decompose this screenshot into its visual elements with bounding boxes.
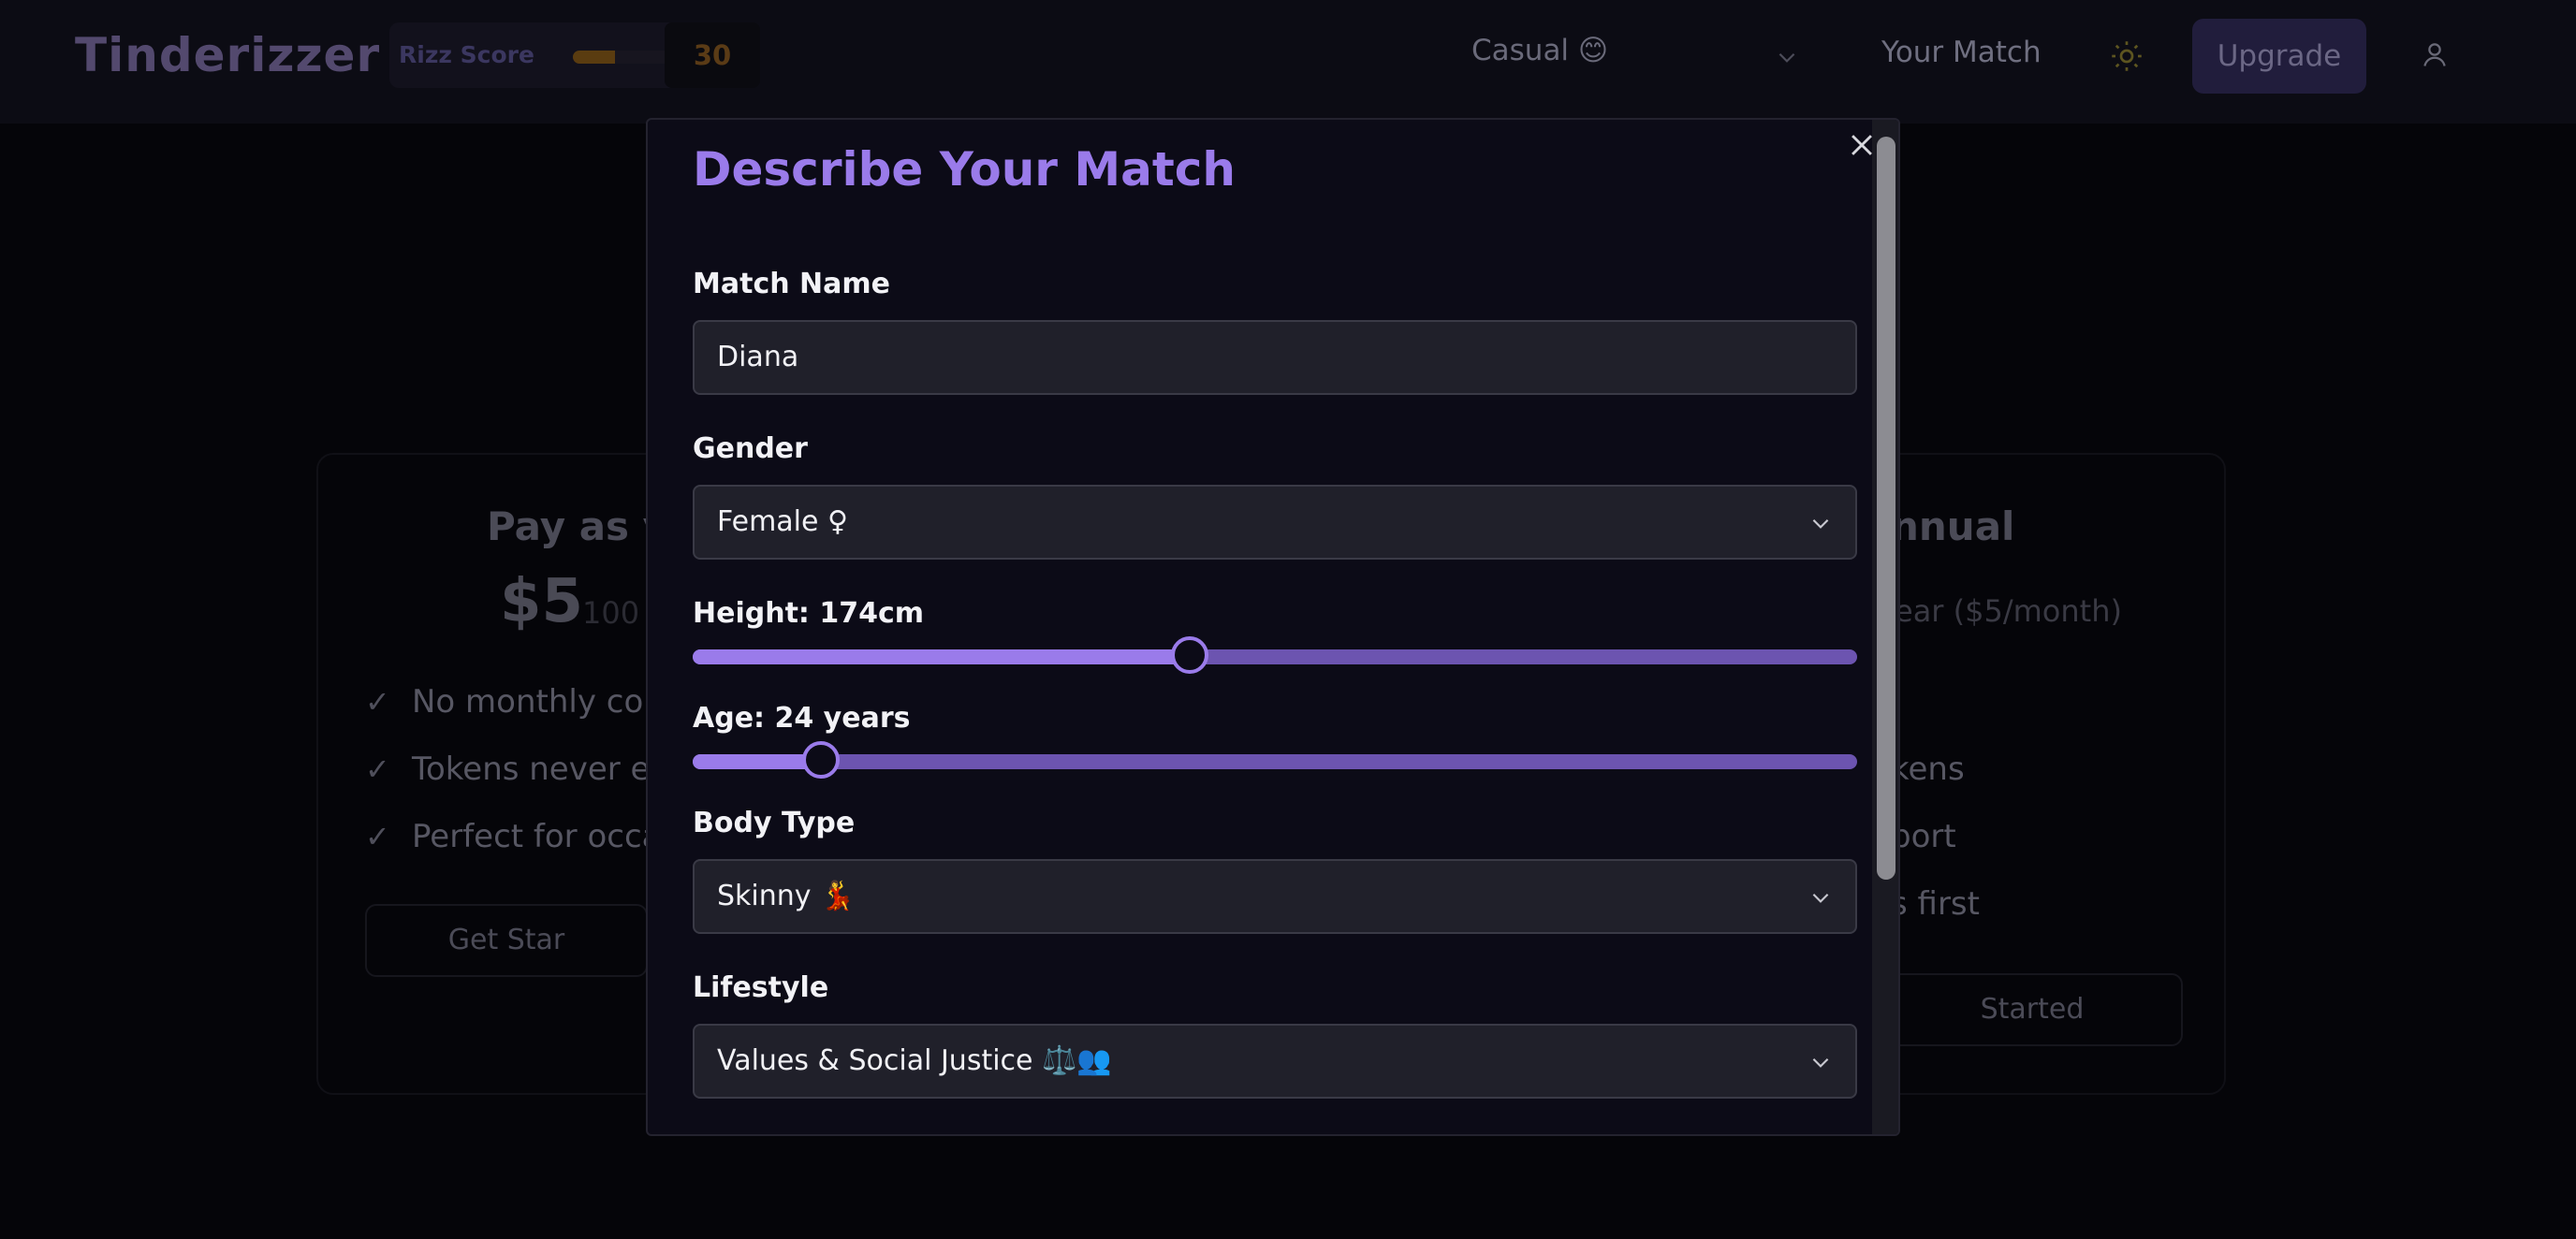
chevron-down-icon [1812, 1057, 1829, 1068]
height-slider-fill [693, 649, 1191, 664]
match-name-value: Diana [717, 341, 799, 373]
top-nav: Tinderizzer Rizz Score 30 Casual 😊 Your … [0, 0, 2576, 124]
modal-scroll-thumb[interactable] [1877, 137, 1895, 880]
lifestyle-label: Lifestyle [693, 971, 829, 1004]
check-icon: ✓ [365, 684, 390, 720]
match-name-input[interactable]: Diana [693, 320, 1857, 395]
get-started-button[interactable]: Started [1881, 973, 2183, 1046]
plan-title: Pay as y [487, 503, 669, 549]
body-type-label: Body Type [693, 807, 856, 839]
describe-match-modal: Describe Your Match Match Name Diana Gen… [646, 118, 1900, 1136]
modal-scrollbar[interactable] [1872, 120, 1898, 1134]
plan-feature: ✓ No monthly cor [365, 683, 657, 721]
mode-select[interactable]: Casual 😊 [1471, 34, 1799, 79]
rizz-score-widget: Rizz Score 30 [389, 22, 760, 88]
page: Tinderizzer Rizz Score 30 Casual 😊 Your … [0, 0, 2576, 1239]
modal-title: Describe Your Match [693, 142, 1236, 197]
plan-price-sub: ear ($5/month) [1895, 593, 2122, 629]
chevron-down-icon [1778, 52, 1795, 63]
sun-icon[interactable] [2110, 39, 2144, 73]
plan-feature: port [1891, 818, 1956, 855]
get-started-button[interactable]: Get Star [365, 904, 648, 977]
rizz-score-fill [573, 51, 615, 64]
chevron-down-icon [1812, 893, 1829, 903]
age-label: Age: 24 years [693, 702, 911, 735]
age-slider-thumb[interactable] [801, 741, 840, 779]
rizz-score-value: 30 [665, 22, 760, 88]
check-icon: ✓ [365, 751, 390, 787]
body-type-select-value: Skinny 💃 [717, 880, 856, 912]
chevron-down-icon [1812, 518, 1829, 529]
plan-price: $5 [500, 567, 584, 636]
your-match-link[interactable]: Your Match [1881, 36, 2042, 69]
rizz-score-label: Rizz Score [399, 41, 534, 68]
gender-label: Gender [693, 432, 808, 465]
gender-select-value: Female ♀ [717, 505, 848, 538]
lifestyle-select[interactable]: Values & Social Justice ⚖️👥 [693, 1024, 1857, 1099]
match-name-label: Match Name [693, 268, 890, 300]
height-slider-thumb[interactable] [1171, 636, 1209, 674]
app-logo[interactable]: Tinderizzer [75, 28, 380, 82]
check-icon: ✓ [365, 819, 390, 854]
plan-feature: s first [1891, 885, 1980, 923]
user-icon[interactable] [2421, 39, 2449, 69]
height-slider[interactable] [693, 636, 1857, 674]
plan-feature: ✓ Perfect for occa [365, 818, 662, 855]
lifestyle-select-value: Values & Social Justice ⚖️👥 [717, 1044, 1112, 1077]
gender-select[interactable]: Female ♀ [693, 485, 1857, 560]
mode-select-value: Casual 😊 [1471, 34, 1609, 67]
body-type-select[interactable]: Skinny 💃 [693, 859, 1857, 934]
age-slider[interactable] [693, 741, 1857, 779]
plan-title: nnual [1891, 503, 2015, 549]
plan-feature: ✓ Tokens never ex [365, 751, 668, 788]
height-label: Height: 174cm [693, 597, 925, 630]
plan-feature: kens [1891, 751, 1965, 788]
upgrade-button[interactable]: Upgrade [2192, 19, 2366, 94]
